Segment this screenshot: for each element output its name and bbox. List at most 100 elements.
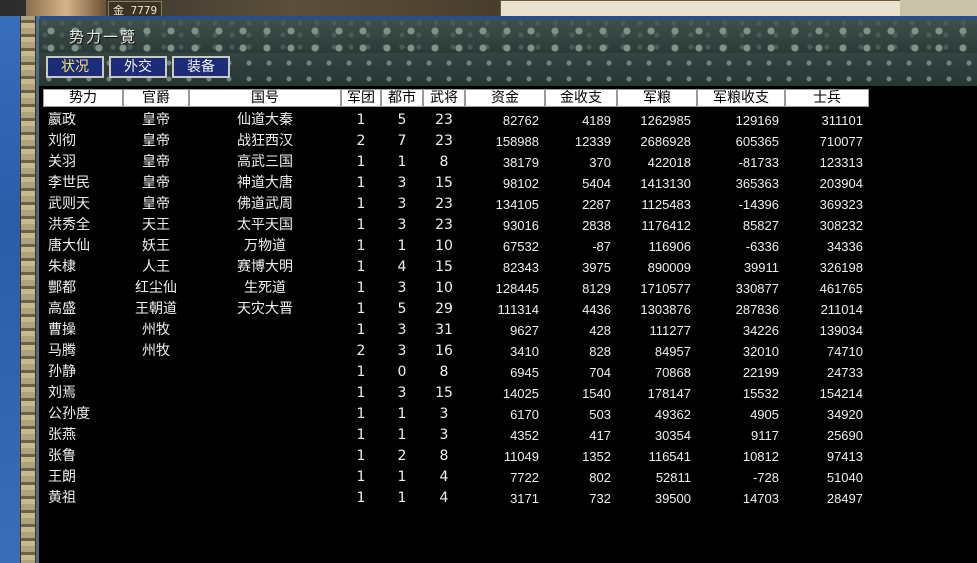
col-corps-cell: 1 [356,490,366,506]
col-grain-cell: 52811 [655,470,691,485]
col-cities-cell: 1 [397,238,407,254]
col-funds-cell: 6170 [510,407,539,422]
col-cities-header[interactable]: 都市 [381,89,423,107]
col-funds-cell: 82762 [502,113,539,128]
col-funds-cell: 6945 [510,365,539,380]
table-row[interactable]: 洪秀全 天王 太平天国 1 3 23 93016 2838 1176412 85827 308232 [43,215,977,236]
tab-label: 装备 [187,59,215,75]
faction-overview-window: 势力一覽 状况 外交 装备 势力 官爵 国号 军团 都市 武将 资金 金收支 军粮 军粮收支 士兵 … [37,19,977,563]
col-cities-cell: 1 [397,427,407,443]
col-nation-cell [189,362,341,383]
decorative-pillar [20,0,36,563]
table-row[interactable]: 孙静 1 0 8 6945 704 70868 22199 24733 [43,362,977,383]
col-grain-cell: 2686928 [640,134,691,149]
col-faction-cell: 张燕 [48,427,76,443]
col-funds-cell: 14025 [502,386,539,401]
col-soldiers-header[interactable]: 士兵 [785,89,869,107]
col-faction-cell: 孙静 [48,364,76,380]
window-titlebar[interactable]: 势力一覽 [39,19,977,54]
col-corps-cell: 1 [356,280,366,296]
col-nation-cell [189,467,341,488]
col-faction-cell: 王朗 [48,469,76,485]
table-row[interactable]: 公孙度 1 1 3 6170 503 49362 4905 34920 [43,404,977,425]
col-funds-cell: 158988 [495,134,539,149]
table-row[interactable]: 李世民 皇帝 神道大唐 1 3 15 98102 5404 1413130 365363 20390… [43,173,977,194]
col-grain-header[interactable]: 军粮 [617,89,697,107]
col-rank-header[interactable]: 官爵 [123,89,189,107]
col-soldiers-cell: 326198 [819,260,863,275]
table-row[interactable]: 武则天 皇帝 佛道武周 1 3 23 134105 2287 1125483 -14396 3693… [43,194,977,215]
col-soldiers-cell: 24733 [826,365,863,380]
col-cities-cell: 1 [397,469,407,485]
col-funds-cell: 111314 [497,302,539,317]
col-rank-cell [123,404,189,425]
col-grain-cell: 1125483 [641,197,691,212]
col-gold-balance-header[interactable]: 金收支 [545,89,617,107]
col-gold-balance-cell: 2287 [582,197,611,212]
col-rank-cell: 王朝道 [135,301,177,317]
table-row[interactable]: 曹操 州牧 1 3 31 9627 428 111277 34226 139034 [43,320,977,341]
col-grain-cell: 116906 [648,239,691,254]
col-gold-balance-cell: 2838 [582,218,611,233]
col-rank-cell [123,362,189,383]
status-bar [500,0,902,16]
col-soldiers-cell: 308232 [819,218,863,233]
col-funds-header[interactable]: 资金 [465,89,545,107]
col-corps-cell: 1 [356,448,366,464]
col-nation-cell: 战狂西汉 [237,133,293,149]
col-gold-balance-cell: 3975 [582,260,611,275]
col-soldiers-cell: 369323 [819,197,863,212]
col-corps-cell: 1 [356,427,366,443]
col-cities-cell: 3 [397,196,407,212]
col-rank-cell: 妖王 [142,238,170,254]
col-generals-header[interactable]: 武将 [423,89,465,107]
col-nation-header[interactable]: 国号 [189,89,341,107]
col-cities-cell: 3 [397,343,407,359]
table-row[interactable]: 张燕 1 1 3 4352 417 30354 9117 25690 [43,425,977,446]
table-row[interactable]: 朱棣 人王 赛博大明 1 4 15 82343 3975 890009 39911 326198 [43,257,977,278]
col-faction-cell: 刘焉 [48,385,76,401]
table-row[interactable]: 刘彻 皇帝 战狂西汉 2 7 23 158988 12339 2686928 605365 7100… [43,131,977,152]
col-faction-header[interactable]: 势力 [43,89,123,107]
table-row[interactable]: 关羽 皇帝 高武三国 1 1 8 38179 370 422018 -81733 123313 [43,152,977,173]
col-nation-cell [189,425,341,446]
table-row[interactable]: 黄祖 1 1 4 3171 732 39500 14703 28497 [43,488,977,509]
col-corps-cell: 1 [356,238,366,254]
col-corps-cell: 1 [356,406,366,422]
col-corps-header[interactable]: 军团 [341,89,381,107]
col-soldiers-cell: 461765 [819,281,863,296]
faction-table: 势力 官爵 国号 军团 都市 武将 资金 金收支 军粮 军粮收支 士兵 嬴政 皇帝 仙道大秦 1 5 23 82… [43,89,977,563]
table-row[interactable]: 张鲁 1 2 8 11049 1352 116541 10812 97413 [43,446,977,467]
col-grain-balance-cell: -81733 [738,155,779,170]
table-row[interactable]: 高盛 王朝道 天灾大晋 1 5 29 111314 4436 1303876 287836 2110… [43,299,977,320]
table-row[interactable]: 王朗 1 1 4 7722 802 52811 -728 51040 [43,467,977,488]
table-row[interactable]: 刘焉 1 3 15 14025 1540 178147 15532 154214 [43,383,977,404]
col-nation-cell: 高武三国 [237,154,293,170]
col-funds-cell: 3171 [510,491,539,506]
col-grain-balance-cell: 365363 [735,176,779,191]
col-generals-cell: 10 [435,238,453,254]
tab-status[interactable]: 状况 [46,56,104,78]
col-corps-cell: 1 [356,469,366,485]
col-funds-cell: 38179 [502,155,539,170]
col-rank-cell: 红尘仙 [135,280,177,296]
table-row[interactable]: 嬴政 皇帝 仙道大秦 1 5 23 82762 4189 1262985 129169 311101 [43,110,977,131]
tab-bar: 状况 外交 装备 [39,53,977,86]
col-cities-cell: 5 [397,301,407,317]
table-row[interactable]: 唐大仙 妖王 万物道 1 1 10 67532 -87 116906 -6336 34336 [43,236,977,257]
col-gold-balance-cell: 12339 [574,134,611,149]
col-faction-cell: 黄祖 [48,490,76,506]
tab-equipment[interactable]: 装备 [172,56,230,78]
col-gold-balance-cell: 704 [589,365,611,380]
col-grain-balance-cell: 15532 [742,386,779,401]
table-row[interactable]: 马腾 州牧 2 3 16 3410 828 84957 32010 74710 [43,341,977,362]
col-soldiers-cell: 34336 [826,239,863,254]
col-gold-balance-cell: 370 [589,155,611,170]
col-rank-cell: 皇帝 [142,175,170,191]
col-grain-balance-header[interactable]: 军粮收支 [697,89,785,107]
tab-diplomacy[interactable]: 外交 [109,56,167,78]
col-grain-balance-cell: 287836 [735,302,779,317]
table-row[interactable]: 酆都 红尘仙 生死道 1 3 10 128445 8129 1710577 330877 46176… [43,278,977,299]
col-cities-cell: 0 [397,364,407,380]
col-corps-cell: 1 [356,112,366,128]
